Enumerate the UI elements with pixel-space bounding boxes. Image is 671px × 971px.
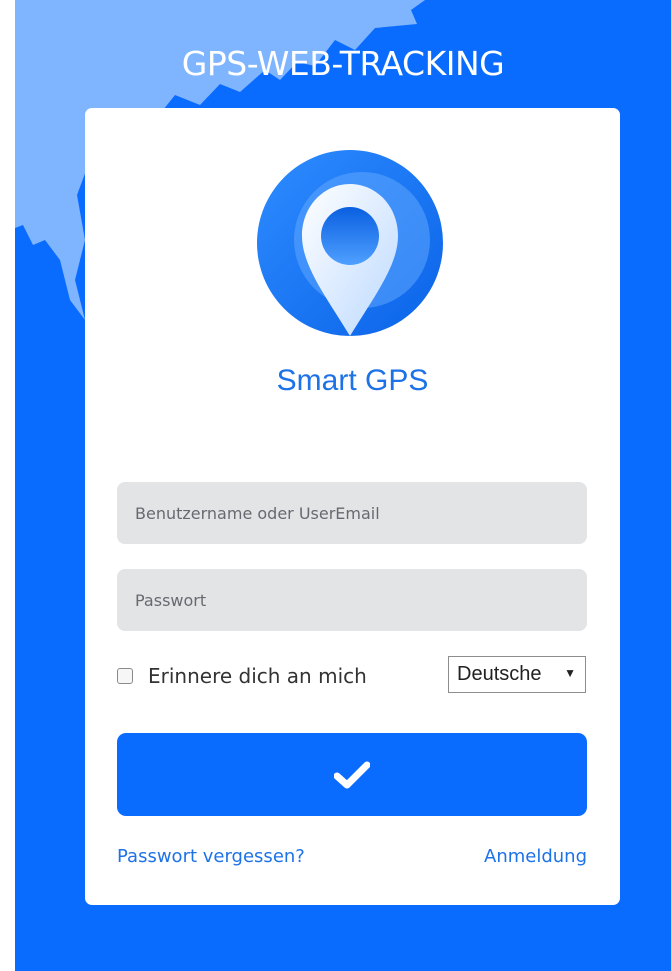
username-field-container[interactable] xyxy=(117,482,587,544)
language-select[interactable]: Deutsche ▼ xyxy=(448,656,586,693)
login-screen: GPS-WEB-TRACKING Smart GPS Benutzername … xyxy=(15,0,671,971)
remember-me[interactable]: Erinnere dich an mich xyxy=(117,664,367,688)
location-pin-icon xyxy=(257,150,443,336)
language-selected-value: Deutsche xyxy=(457,663,542,685)
app-title: GPS-WEB-TRACKING xyxy=(181,44,505,83)
forgot-password-link[interactable]: Passwort vergessen? xyxy=(117,846,305,867)
password-input[interactable] xyxy=(133,589,587,611)
password-field-container[interactable] xyxy=(117,569,587,631)
brand-name: Smart GPS xyxy=(276,364,429,397)
login-card: Smart GPS Erinnere dich an mich Deutsche… xyxy=(85,108,620,905)
dropdown-arrow-icon: ▼ xyxy=(564,666,576,680)
checkmark-icon xyxy=(334,761,370,788)
remember-label: Erinnere dich an mich xyxy=(148,664,367,688)
register-link[interactable]: Anmeldung xyxy=(484,846,587,867)
remember-checkbox[interactable] xyxy=(117,668,133,684)
login-submit-button[interactable] xyxy=(117,733,587,816)
username-input[interactable] xyxy=(133,502,587,524)
